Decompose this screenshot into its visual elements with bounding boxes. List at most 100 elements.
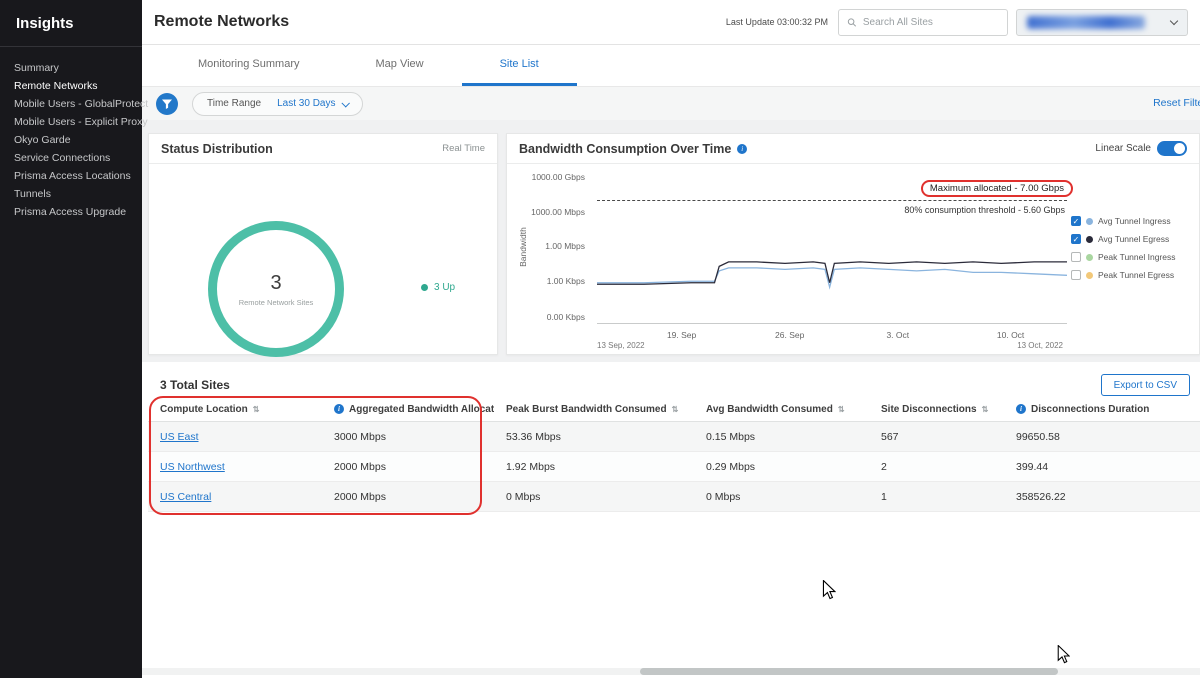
sort-icon[interactable]: ⇅ — [253, 405, 260, 414]
column-header-aggregated-bandwidth-allocated[interactable]: iAggregated Bandwidth Allocated — [322, 398, 494, 422]
table-header-row: Compute Location ⇅ iAggregated Bandwidth A… — [148, 398, 1200, 422]
legend-label: Peak Tunnel Ingress — [1098, 252, 1176, 262]
time-range-value[interactable]: Last 30 Days — [277, 98, 348, 109]
linear-scale-label: Linear Scale — [1095, 143, 1151, 154]
status-donut-chart[interactable]: 3 Remote Network Sites — [208, 221, 344, 357]
date-range-end: 13 Oct, 2022 — [1017, 341, 1063, 350]
time-range-filter[interactable]: Time Range Last 30 Days — [192, 92, 363, 116]
horizontal-scrollbar-thumb[interactable] — [640, 668, 1058, 675]
donut-value: 3 — [270, 272, 281, 295]
legend-checkbox[interactable] — [1071, 252, 1081, 262]
sort-icon[interactable]: ⇅ — [982, 405, 989, 414]
legend-item-peak-tunnel-egress[interactable]: Peak Tunnel Egress — [1071, 270, 1193, 280]
y-tick: 1000.00 Gbps — [532, 172, 585, 182]
cell-duration: 358526.22 — [1004, 482, 1200, 512]
tenant-dropdown[interactable] — [1016, 9, 1188, 36]
cell-avg: 0 Mbps — [694, 482, 869, 512]
up-status-dot-icon — [421, 284, 428, 291]
chevron-down-icon — [342, 99, 350, 107]
reset-filters-link[interactable]: Reset Filters — [1153, 97, 1200, 109]
column-label: Compute Location — [160, 404, 248, 415]
legend-checkbox[interactable] — [1071, 270, 1081, 280]
cell-location: US East — [148, 422, 322, 452]
legend-item-avg-tunnel-ingress[interactable]: ✓ Avg Tunnel Ingress — [1071, 216, 1193, 226]
sidebar-item-tunnels[interactable]: Tunnels — [0, 185, 142, 203]
export-to-csv-button[interactable]: Export to CSV — [1101, 374, 1190, 396]
legend-item-avg-tunnel-egress[interactable]: ✓Avg Tunnel Egress — [1071, 234, 1193, 244]
cell-avg: 0.15 Mbps — [694, 422, 869, 452]
sort-icon[interactable]: ⇅ — [838, 405, 845, 414]
tab-site-list[interactable]: Site List — [462, 45, 577, 86]
threshold-annotation: 80% consumption threshold - 5.60 Gbps — [904, 205, 1065, 215]
last-update-text: Last Update 03:00:32 PM — [726, 17, 828, 27]
sidebar-item-prisma-access-locations[interactable]: Prisma Access Locations — [0, 167, 142, 185]
bandwidth-card: Bandwidth Consumption Over Time i Linear… — [506, 133, 1200, 355]
tab-map-view[interactable]: Map View — [337, 45, 461, 86]
sidebar-item-prisma-access-upgrade[interactable]: Prisma Access Upgrade — [0, 203, 142, 221]
total-sites-count: 3 Total Sites — [160, 378, 230, 392]
cell-peak: 1.92 Mbps — [494, 452, 694, 482]
sort-icon[interactable]: ⇅ — [672, 405, 679, 414]
column-header-compute-location[interactable]: Compute Location ⇅ — [148, 398, 322, 422]
x-tick: 19. Sep — [667, 330, 696, 340]
status-distribution-card: Status Distribution Real Time 3 Remote N… — [148, 133, 498, 355]
site-link-us-central[interactable]: US Central — [160, 491, 211, 503]
funnel-icon — [161, 98, 173, 110]
table-body: US East3000 Mbps53.36 Mbps0.15 Mbps56799… — [148, 422, 1200, 512]
site-link-us-east[interactable]: US East — [160, 431, 199, 443]
info-icon[interactable]: i — [737, 144, 747, 154]
series-color-dot-icon — [1086, 236, 1093, 243]
date-range-start: 13 Sep, 2022 — [597, 341, 645, 350]
tab-monitoring-summary[interactable]: Monitoring Summary — [160, 45, 337, 86]
app-window: Insights SummaryRemote NetworksMobile Us… — [0, 0, 1200, 678]
page-title: Remote Networks — [154, 13, 289, 31]
table-row: US Northwest2000 Mbps1.92 Mbps0.29 Mbps2… — [148, 452, 1200, 482]
info-icon[interactable]: i — [1016, 404, 1026, 414]
column-label: Site Disconnections — [881, 404, 977, 415]
sidebar-item-service-connections[interactable]: Service Connections — [0, 149, 142, 167]
top-bar-right: Last Update 03:00:32 PM — [726, 9, 1188, 36]
status-card-title: Status Distribution — [161, 142, 273, 156]
cell-location: US Northwest — [148, 452, 322, 482]
y-axis-ticks: 1000.00 Gbps1000.00 Mbps1.00 Mbps1.00 Kb… — [507, 174, 589, 324]
info-icon[interactable]: i — [334, 404, 344, 414]
column-header-disconnections-duration[interactable]: iDisconnections Duration — [1004, 398, 1200, 422]
cell-duration: 99650.58 — [1004, 422, 1200, 452]
column-header-peak-burst-bandwidth-consumed[interactable]: Peak Burst Bandwidth Consumed ⇅ — [494, 398, 694, 422]
status-legend[interactable]: 3 Up — [421, 282, 455, 293]
search-input[interactable] — [863, 17, 999, 28]
y-tick: 1.00 Kbps — [547, 276, 585, 286]
bandwidth-card-header: Bandwidth Consumption Over Time i Linear… — [507, 134, 1199, 164]
legend-label: Avg Tunnel Ingress — [1098, 216, 1171, 226]
cell-disconnections: 2 — [869, 452, 1004, 482]
y-tick: 1.00 Mbps — [545, 241, 585, 251]
chart-legend: ✓ Avg Tunnel Ingress ✓Avg Tunnel Egress Pea… — [1071, 216, 1193, 288]
cell-duration: 399.44 — [1004, 452, 1200, 482]
legend-checkbox[interactable]: ✓ — [1071, 234, 1081, 244]
linear-scale-control: Linear Scale — [1095, 141, 1187, 156]
bandwidth-chart-plot[interactable]: Maximum allocated - 7.00 Gbps 80% consum… — [597, 174, 1067, 324]
column-header-avg-bandwidth-consumed[interactable]: Avg Bandwidth Consumed ⇅ — [694, 398, 869, 422]
legend-checkbox[interactable]: ✓ — [1071, 216, 1081, 226]
sidebar-item-remote-networks[interactable]: Remote Networks — [0, 77, 142, 95]
sidebar-item-mobile-users-globalprotect[interactable]: Mobile Users - GlobalProtect — [0, 95, 142, 113]
column-label: Peak Burst Bandwidth Consumed — [506, 404, 667, 415]
filter-button[interactable] — [156, 93, 178, 115]
column-label: Avg Bandwidth Consumed — [706, 404, 833, 415]
main-content: Remote Networks Last Update 03:00:32 PM … — [142, 0, 1200, 678]
table-totals-row: 3 Total Sites Export to CSV — [142, 372, 1200, 398]
column-header-site-disconnections[interactable]: Site Disconnections ⇅ — [869, 398, 1004, 422]
donut-label: Remote Network Sites — [237, 298, 315, 307]
cell-peak: 0 Mbps — [494, 482, 694, 512]
site-list-section: 3 Total Sites Export to CSV Compute Loca… — [142, 362, 1200, 512]
sidebar-item-summary[interactable]: Summary — [0, 59, 142, 77]
max-allocated-annotation: Maximum allocated - 7.00 Gbps — [921, 180, 1073, 197]
site-link-us-northwest[interactable]: US Northwest — [160, 461, 225, 473]
real-time-badge: Real Time — [442, 143, 485, 154]
linear-scale-toggle[interactable] — [1157, 141, 1187, 156]
legend-item-peak-tunnel-ingress[interactable]: Peak Tunnel Ingress — [1071, 252, 1193, 262]
search-box[interactable] — [838, 9, 1008, 36]
sidebar-nav: SummaryRemote NetworksMobile Users - Glo… — [0, 47, 142, 221]
sidebar-item-mobile-users-explicit-proxy[interactable]: Mobile Users - Explicit Proxy — [0, 113, 142, 131]
sidebar-item-okyo-garde[interactable]: Okyo Garde — [0, 131, 142, 149]
